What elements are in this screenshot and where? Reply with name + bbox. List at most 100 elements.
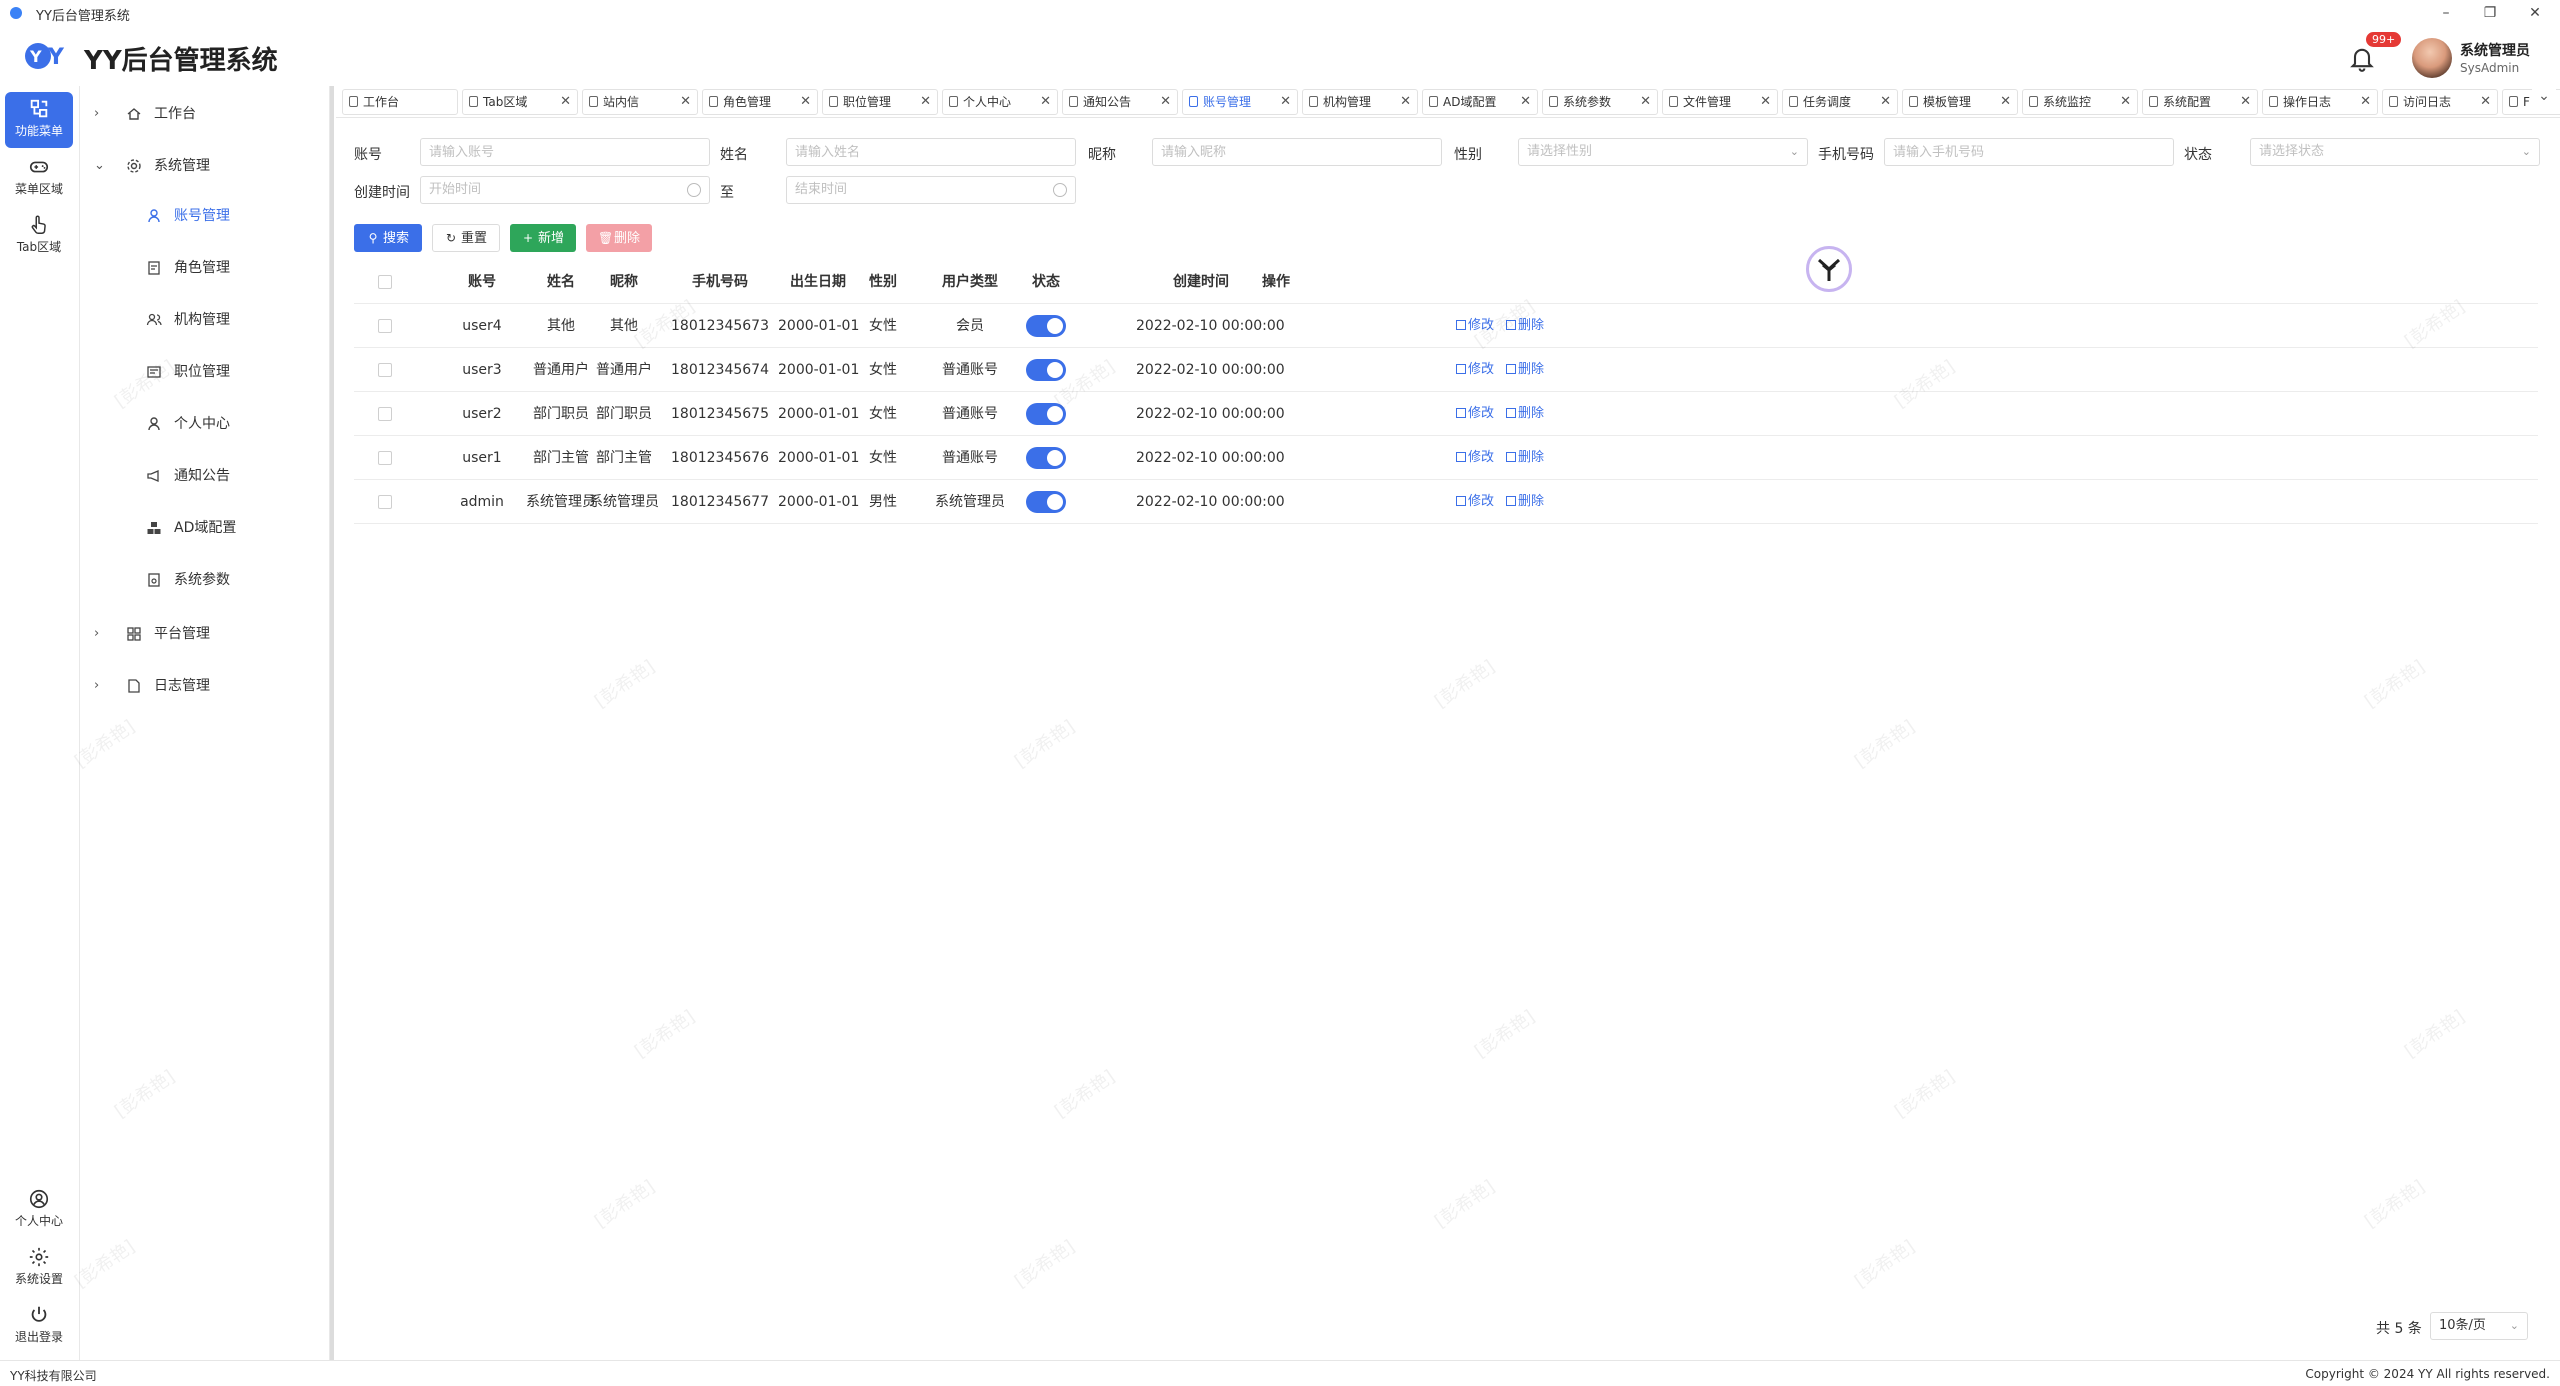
phone-input[interactable] [1884, 138, 2174, 166]
tab-close-icon[interactable]: ✕ [680, 90, 691, 114]
delete-link[interactable]: 删除 [1506, 392, 1544, 436]
tab-close-icon[interactable]: ✕ [1400, 90, 1411, 114]
row-checkbox[interactable] [378, 407, 392, 421]
tab-close-icon[interactable]: ✕ [2120, 90, 2131, 114]
minimize-button[interactable]: – [2431, 2, 2461, 24]
tab-13[interactable]: 任务调度 ✕ [1782, 89, 1898, 115]
tab-close-icon[interactable]: ✕ [1160, 90, 1171, 114]
tab-9[interactable]: 机构管理 ✕ [1302, 89, 1418, 115]
column-header: 操作 [1262, 274, 1290, 290]
tab-close-icon[interactable]: ✕ [1040, 90, 1051, 114]
select-all-checkbox[interactable] [378, 275, 392, 289]
tab-close-icon[interactable]: ✕ [2360, 90, 2371, 114]
panel-splitter[interactable] [330, 86, 334, 1360]
tab-16[interactable]: 系统配置 ✕ [2142, 89, 2258, 115]
avatar[interactable] [2412, 38, 2452, 78]
status-toggle[interactable] [1026, 315, 1066, 337]
rail-item-tab-area[interactable]: Tab区域 [5, 208, 73, 264]
add-button[interactable]: + 新增 [510, 224, 576, 252]
notification-bell-icon[interactable] [2348, 44, 2376, 72]
tab-page-icon [1069, 96, 1078, 107]
page-size-select[interactable]: 10条/页 ⌄ [2430, 1312, 2528, 1340]
menu-item-account[interactable]: 账号管理 [80, 196, 330, 236]
tab-18[interactable]: 访问日志 ✕ [2382, 89, 2498, 115]
tab-close-icon[interactable]: ✕ [2480, 90, 2491, 114]
menu-group-logs[interactable]: › 日志管理 [80, 666, 330, 706]
tab-1[interactable]: 工作台 [342, 89, 458, 115]
menu-item-notice[interactable]: 通知公告 [80, 456, 330, 496]
delete-link[interactable]: 删除 [1506, 480, 1544, 524]
tab-close-icon[interactable]: ✕ [2000, 90, 2011, 114]
nickname-input[interactable] [1152, 138, 1442, 166]
created-start-date[interactable]: 开始时间 [420, 176, 710, 204]
row-checkbox[interactable] [378, 451, 392, 465]
toggle-knob [1047, 450, 1063, 466]
close-window-button[interactable]: ✕ [2520, 2, 2550, 24]
cell-phone: 18012345677 [671, 494, 769, 510]
search-button[interactable]: ⚲ 搜索 [354, 224, 422, 252]
tab-17[interactable]: 操作日志 ✕ [2262, 89, 2378, 115]
tab-close-icon[interactable]: ✕ [920, 90, 931, 114]
rail-item-personal-center[interactable]: 个人中心 [5, 1182, 73, 1238]
account-input[interactable] [420, 138, 710, 166]
tab-close-icon[interactable]: ✕ [1280, 90, 1291, 114]
row-checkbox[interactable] [378, 319, 392, 333]
delete-link[interactable]: 删除 [1506, 348, 1544, 392]
tabs-more-chevron-icon[interactable]: ⌄ [2532, 88, 2556, 114]
tab-close-icon[interactable]: ✕ [1640, 90, 1651, 114]
menu-item-personal-center[interactable]: 个人中心 [80, 404, 330, 444]
tab-10[interactable]: AD域配置 ✕ [1422, 89, 1538, 115]
rail-item-logout[interactable]: 退出登录 [5, 1298, 73, 1354]
delete-link[interactable]: 删除 [1506, 436, 1544, 480]
menu-item-ad-config[interactable]: AD域配置 [80, 508, 330, 548]
menu-item-org[interactable]: 机构管理 [80, 300, 330, 340]
tab-close-icon[interactable]: ✕ [1880, 90, 1891, 114]
tab-15[interactable]: 系统监控 ✕ [2022, 89, 2138, 115]
user-name[interactable]: 系统管理员 [2460, 40, 2530, 60]
name-input[interactable] [786, 138, 1076, 166]
status-toggle[interactable] [1026, 359, 1066, 381]
menu-item-sys-params[interactable]: 系统参数 [80, 560, 330, 600]
row-checkbox[interactable] [378, 495, 392, 509]
menu-item-workbench[interactable]: › 工作台 [80, 94, 330, 134]
tab-close-icon[interactable]: ✕ [560, 90, 571, 114]
edit-link[interactable]: 修改 [1456, 436, 1494, 480]
tab-close-icon[interactable]: ✕ [1760, 90, 1771, 114]
rail-item-feature-menu[interactable]: 功能菜单 [5, 92, 73, 148]
tab-3[interactable]: 站内信 ✕ [582, 89, 698, 115]
menu-group-system[interactable]: ⌄ 系统管理 [80, 146, 330, 186]
tab-5[interactable]: 职位管理 ✕ [822, 89, 938, 115]
menu-item-role[interactable]: 角色管理 [80, 248, 330, 288]
rail-item-system-settings[interactable]: 系统设置 [5, 1240, 73, 1296]
tab-6[interactable]: 个人中心 ✕ [942, 89, 1058, 115]
yy-logo-icon: Y Y [25, 43, 65, 70]
gender-select[interactable]: 请选择性别 ⌄ [1518, 138, 1808, 166]
tab-close-icon[interactable]: ✕ [800, 90, 811, 114]
tab-12[interactable]: 文件管理 ✕ [1662, 89, 1778, 115]
tab-4[interactable]: 角色管理 ✕ [702, 89, 818, 115]
reset-button[interactable]: ↻ 重置 [432, 224, 500, 252]
edit-link[interactable]: 修改 [1456, 392, 1494, 436]
rail-item-menu-area[interactable]: 菜单区域 [5, 150, 73, 206]
status-select[interactable]: 请选择状态 ⌄ [2250, 138, 2540, 166]
tab-8[interactable]: 账号管理 ✕ [1182, 89, 1298, 115]
tab-close-icon[interactable]: ✕ [1520, 90, 1531, 114]
created-end-date[interactable]: 结束时间 [786, 176, 1076, 204]
icon-rail: 功能菜单 菜单区域 Tab区域 个人中心 系统设置 退出登录 [0, 86, 80, 1360]
cell-gender: 女性 [869, 406, 897, 422]
edit-link[interactable]: 修改 [1456, 480, 1494, 524]
restore-button[interactable]: ❐ [2475, 2, 2505, 24]
edit-link[interactable]: 修改 [1456, 348, 1494, 392]
row-checkbox[interactable] [378, 363, 392, 377]
tab-11[interactable]: 系统参数 ✕ [1542, 89, 1658, 115]
status-toggle[interactable] [1026, 491, 1066, 513]
menu-group-platform[interactable]: › 平台管理 [80, 614, 330, 654]
tab-close-icon[interactable]: ✕ [2240, 90, 2251, 114]
delete-button[interactable]: 🗑删除 [586, 224, 652, 252]
status-toggle[interactable] [1026, 447, 1066, 469]
tab-7[interactable]: 通知公告 ✕ [1062, 89, 1178, 115]
tab-2[interactable]: Tab区域 ✕ [462, 89, 578, 115]
tab-label: 个人中心 [963, 95, 1012, 109]
cell-created: 2022-02-10 00:00:00 [1136, 450, 1285, 466]
tab-14[interactable]: 模板管理 ✕ [1902, 89, 2018, 115]
